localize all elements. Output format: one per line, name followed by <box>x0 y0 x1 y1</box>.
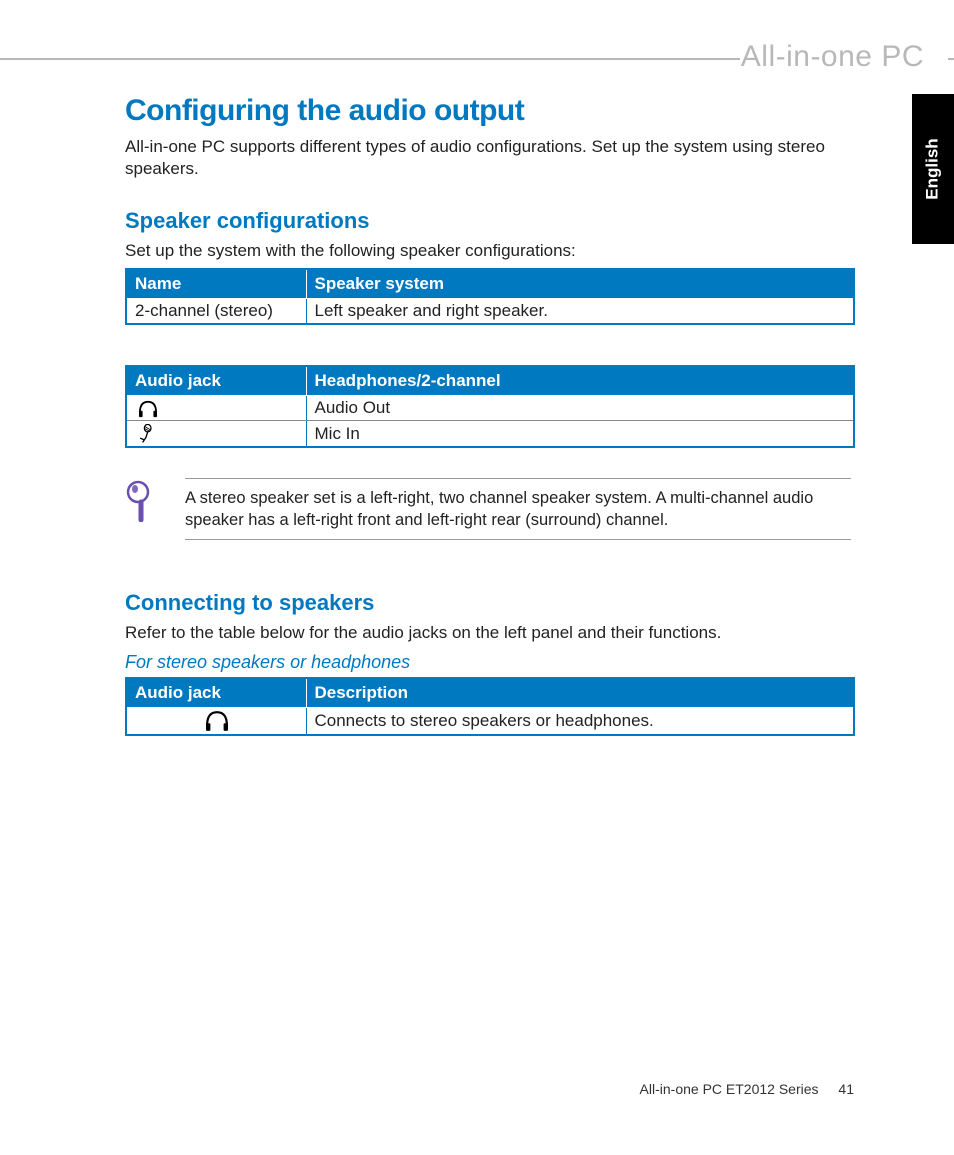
table-cell-icon <box>126 396 306 421</box>
table-cell-icon <box>126 421 306 447</box>
section2-subhead: For stereo speakers or headphones <box>125 652 855 673</box>
magnifier-icon <box>125 478 165 527</box>
page-content: Configuring the audio output All-in-one … <box>125 94 855 776</box>
table-row: Connects to stereo speakers or headphone… <box>126 708 854 736</box>
section-heading-connecting: Connecting to speakers <box>125 590 855 616</box>
mic-icon <box>137 424 155 444</box>
table-row: Mic In <box>126 421 854 447</box>
table-cell-icon <box>126 708 306 736</box>
footer-page-number: 41 <box>838 1081 854 1097</box>
table-header: Headphones/2-channel <box>306 366 854 396</box>
table-header: Description <box>306 678 854 708</box>
table-header: Name <box>126 269 306 299</box>
table-header: Speaker system <box>306 269 854 299</box>
section-heading-speaker-config: Speaker configurations <box>125 208 855 234</box>
headphone-icon <box>137 400 159 418</box>
table-header: Audio jack <box>126 678 306 708</box>
section1-lead: Set up the system with the following spe… <box>125 240 855 262</box>
language-tab: English <box>912 94 954 244</box>
brand-title: All-in-one PC <box>741 40 924 74</box>
section2-lead: Refer to the table below for the audio j… <box>125 622 855 644</box>
table-cell: Audio Out <box>306 396 854 421</box>
language-tab-label: English <box>923 138 943 199</box>
header-rule <box>0 58 740 60</box>
table-row: Audio Out <box>126 396 854 421</box>
headphone-icon <box>203 710 231 732</box>
note-text: A stereo speaker set is a left-right, tw… <box>185 478 851 541</box>
header-rule-right <box>948 58 954 60</box>
connecting-table: Audio jack Description Connects to stere… <box>125 677 855 736</box>
table-cell: Left speaker and right speaker. <box>306 299 854 325</box>
footer-series: All-in-one PC ET2012 Series <box>640 1081 819 1097</box>
table-cell: Mic In <box>306 421 854 447</box>
page-heading: Configuring the audio output <box>125 94 855 128</box>
table-cell: 2-channel (stereo) <box>126 299 306 325</box>
table-row: 2-channel (stereo) Left speaker and righ… <box>126 299 854 325</box>
intro-text: All-in-one PC supports different types o… <box>125 136 855 180</box>
table-cell: Connects to stereo speakers or headphone… <box>306 708 854 736</box>
page-footer: All-in-one PC ET2012 Series 41 <box>640 1081 854 1097</box>
speaker-config-table: Name Speaker system 2-channel (stereo) L… <box>125 268 855 325</box>
audio-jack-table: Audio jack Headphones/2-channel Audio Ou… <box>125 365 855 448</box>
table-header: Audio jack <box>126 366 306 396</box>
note-block: A stereo speaker set is a left-right, tw… <box>125 478 855 541</box>
